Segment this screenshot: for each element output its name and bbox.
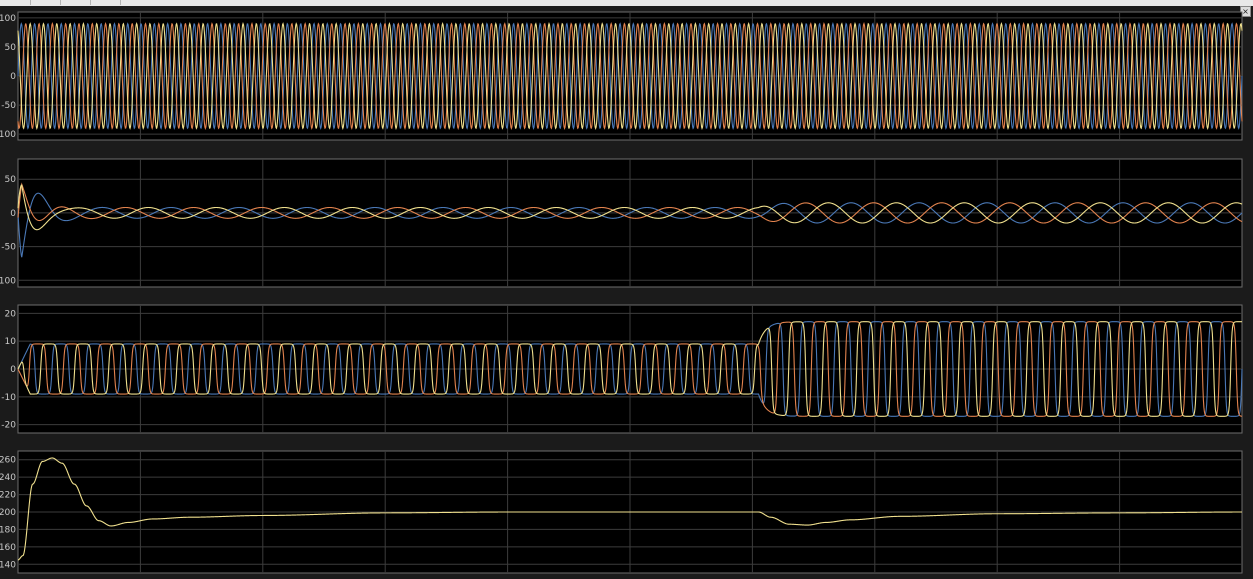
y-tick-label: 20: [5, 309, 17, 319]
y-tick-label: 0: [10, 209, 16, 219]
y-tick-label: -10: [1, 393, 16, 403]
toolbar-button[interactable]: [90, 0, 121, 5]
y-tick-label: 0: [10, 72, 16, 82]
scope-display: -100-50050100-100-50050-20-1001020140160…: [0, 11, 1243, 574]
y-tick-label: 260: [0, 456, 16, 466]
y-tick-label: -50: [1, 101, 16, 111]
y-tick-label: 10: [5, 337, 17, 347]
y-tick-label: 240: [0, 473, 16, 483]
axes-panel-1: -100 -50 0 50 100: [0, 11, 1243, 141]
y-tick-label: 140: [0, 560, 16, 570]
y-tick-label: -100: [0, 276, 16, 286]
y-tick-label: 220: [0, 491, 16, 501]
y-tick-label: 100: [0, 14, 16, 24]
y-tick-label: -100: [0, 130, 16, 140]
axes-panel-2: -100 -50 0 50: [0, 158, 1243, 288]
y-tick-label: -20: [1, 421, 16, 431]
toolbar-button[interactable]: [30, 0, 61, 5]
toolbar-button[interactable]: [0, 0, 31, 5]
y-tick-label: 200: [0, 508, 16, 518]
axes-panel-4: 140 160 180 200 220 240 260: [0, 450, 1243, 574]
y-tick-label: 0: [10, 365, 16, 375]
y-tick-label: -50: [1, 243, 16, 253]
y-tick-label: 50: [5, 175, 17, 185]
y-tick-label: 50: [5, 43, 17, 53]
toolbar-button[interactable]: [60, 0, 91, 5]
y-tick-label: 180: [0, 525, 16, 535]
y-tick-label: 160: [0, 543, 16, 553]
axes-panel-3: -20 -10 0 10 20: [1, 304, 1243, 434]
